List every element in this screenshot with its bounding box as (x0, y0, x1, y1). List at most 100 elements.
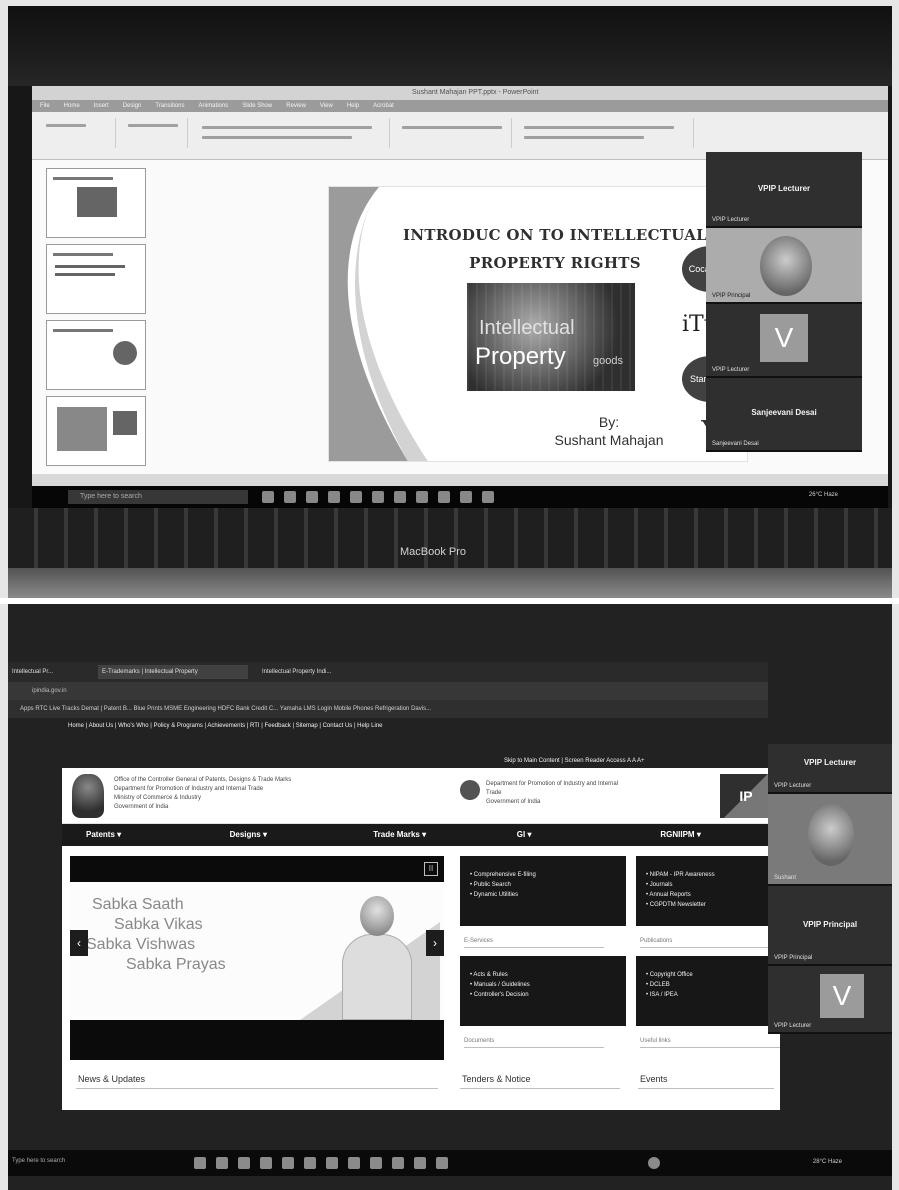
toolbar-row (46, 124, 86, 127)
store-icon[interactable] (306, 491, 318, 503)
zoom-tile-2[interactable]: VPIP Principal (706, 228, 862, 304)
news-updates-heading[interactable]: News & Updates (78, 1074, 145, 1084)
menu-gi[interactable]: GI ▾ (493, 824, 637, 846)
browser-tab-active[interactable]: E-Trademarks | Intellectual Property (98, 665, 248, 679)
app-icon[interactable] (414, 1157, 426, 1169)
publications-card[interactable]: • NIPAM - IPR Awareness • Journals • Ann… (636, 856, 780, 926)
menu-designs[interactable]: Designs ▾ (206, 824, 350, 846)
useful-links-dropdown[interactable]: Useful links (640, 1034, 780, 1048)
section-divider (76, 1088, 438, 1089)
app-icon[interactable] (392, 1157, 404, 1169)
eservices-dropdown[interactable]: E-Services (464, 934, 604, 948)
browser-tab[interactable]: Intellectual Property Indi... (258, 665, 388, 679)
taskbar-search[interactable]: Type here to search (12, 1158, 65, 1164)
site-top-navigation[interactable]: Home | About Us | Who's Who | Policy & P… (68, 718, 628, 734)
app-icon[interactable] (348, 1157, 360, 1169)
mail-icon[interactable] (260, 1157, 272, 1169)
carousel-next-button[interactable]: › (426, 930, 444, 956)
slide-thumbnail-1[interactable] (46, 168, 146, 238)
system-tray-weather[interactable]: 28°C Haze (813, 1159, 842, 1165)
ribbon-tab-help[interactable]: Help (347, 100, 359, 112)
zoom-tile-3[interactable]: V VPIP Lecturer (706, 304, 862, 378)
font-group[interactable] (190, 118, 390, 148)
powerpoint-icon[interactable] (416, 491, 428, 503)
eservices-card[interactable]: • Comprehensive E-filing • Public Search… (460, 856, 626, 926)
menu-rgniipm[interactable]: RGNIIPM ▾ (636, 824, 780, 846)
zoom-app-icon[interactable] (326, 1157, 338, 1169)
taskbar-search[interactable]: Type here to search (68, 490, 248, 504)
drawing-group[interactable] (514, 118, 694, 148)
carousel-pause-button[interactable]: II (424, 862, 438, 876)
bookmarks-bar[interactable]: Apps RTC Live Tracks Demat | Patent B...… (8, 700, 768, 718)
task-view-icon[interactable] (262, 491, 274, 503)
zoom-tile-4[interactable]: Sanjeevani Desai Sanjeevani Desai (706, 378, 862, 452)
ribbon-tab-animations[interactable]: Animations (199, 100, 229, 112)
notification-icon[interactable] (648, 1157, 660, 1169)
slides-group[interactable] (118, 118, 188, 148)
useful-links-card[interactable]: • Copyright Office • DCLEB • ISA / IPEA (636, 956, 780, 1026)
slide-thumbnail-2[interactable] (46, 244, 146, 314)
ribbon-tab-review[interactable]: Review (286, 100, 306, 112)
zoom-tile-2[interactable]: Sushant (768, 794, 892, 886)
slogan-line: Sabka Prayas (126, 956, 226, 973)
browser-tab[interactable]: Intellectual Pr... (8, 665, 88, 679)
ribbon-tab-design[interactable]: Design (123, 100, 142, 112)
portrait-head (360, 896, 394, 936)
app-icon[interactable] (438, 491, 450, 503)
documents-dropdown[interactable]: Documents (464, 1034, 604, 1048)
top-photo: Sushant Mahajan PPT.pptx - PowerPoint Fi… (8, 6, 892, 598)
zoom-tile-1[interactable]: VPIP Lecturer VPIP Lecturer (706, 152, 862, 228)
publications-dropdown[interactable]: Publications (640, 934, 780, 948)
thumb-text (55, 265, 125, 268)
app-icon[interactable] (436, 1157, 448, 1169)
section-divider (460, 1088, 620, 1089)
ribbon-tab-slideshow[interactable]: Slide Show (242, 100, 272, 112)
store-icon[interactable] (238, 1157, 250, 1169)
browser-icon[interactable] (350, 491, 362, 503)
zoom-participants-panel: VPIP Lecturer VPIP Lecturer Sushant VPIP… (768, 744, 892, 1034)
clipboard-group[interactable] (36, 118, 116, 148)
accessibility-links[interactable]: Skip to Main Content | Screen Reader Acc… (504, 754, 774, 768)
slide-thumbnail-3[interactable] (46, 320, 146, 390)
tenders-notice-heading[interactable]: Tenders & Notice (462, 1074, 531, 1084)
browser-icon[interactable] (282, 1157, 294, 1169)
ribbon-tabs: File Home Insert Design Transitions Anim… (32, 100, 888, 112)
zoom-tile-1[interactable]: VPIP Lecturer VPIP Lecturer (768, 744, 892, 794)
app-icon[interactable] (370, 1157, 382, 1169)
title-bar: Sushant Mahajan PPT.pptx - PowerPoint (32, 86, 888, 100)
menu-patents[interactable]: Patents ▾ (62, 824, 206, 846)
ribbon-tab-file[interactable]: File (40, 100, 50, 112)
paragraph-group[interactable] (392, 118, 512, 148)
chrome-icon[interactable] (304, 1157, 316, 1169)
zoom-tile-3[interactable]: VPIP Principal VPIP Principal (768, 886, 892, 966)
zoom-tile-4[interactable]: V VPIP Lecturer (768, 966, 892, 1034)
toolbar-row (524, 136, 644, 139)
carousel-prev-button[interactable]: ‹ (70, 930, 88, 956)
chrome-icon[interactable] (372, 491, 384, 503)
app-icon[interactable] (482, 491, 494, 503)
system-tray-weather[interactable]: 26°C Haze (809, 492, 838, 498)
laptop-bezel (8, 6, 892, 86)
ribbon-tab-insert[interactable]: Insert (94, 100, 109, 112)
address-bar[interactable]: ipindia.gov.in (8, 682, 768, 700)
file-explorer-icon[interactable] (216, 1157, 228, 1169)
participant-name: VPIP Principal (712, 293, 751, 299)
ribbon-tab-home[interactable]: Home (64, 100, 80, 112)
ribbon-tab-acrobat[interactable]: Acrobat (373, 100, 394, 112)
app-icon[interactable] (460, 491, 472, 503)
slogan-line: Sabka Vishwas (86, 936, 196, 953)
menu-trade-marks[interactable]: Trade Marks ▾ (349, 824, 493, 846)
slide-thumbnail-panel[interactable] (38, 168, 146, 472)
slide-thumbnail-4[interactable] (46, 396, 146, 466)
ribbon-tab-view[interactable]: View (320, 100, 333, 112)
ribbon-tab-transitions[interactable]: Transitions (155, 100, 184, 112)
zoom-app-icon[interactable] (394, 491, 406, 503)
file-explorer-icon[interactable] (284, 491, 296, 503)
thumb-text (55, 273, 115, 276)
section-divider (638, 1088, 774, 1089)
documents-card[interactable]: • Acts & Rules • Manuals / Guidelines • … (460, 956, 626, 1026)
mail-icon[interactable] (328, 491, 340, 503)
task-view-icon[interactable] (194, 1157, 206, 1169)
participant-video (808, 804, 854, 866)
events-heading[interactable]: Events (640, 1074, 668, 1084)
